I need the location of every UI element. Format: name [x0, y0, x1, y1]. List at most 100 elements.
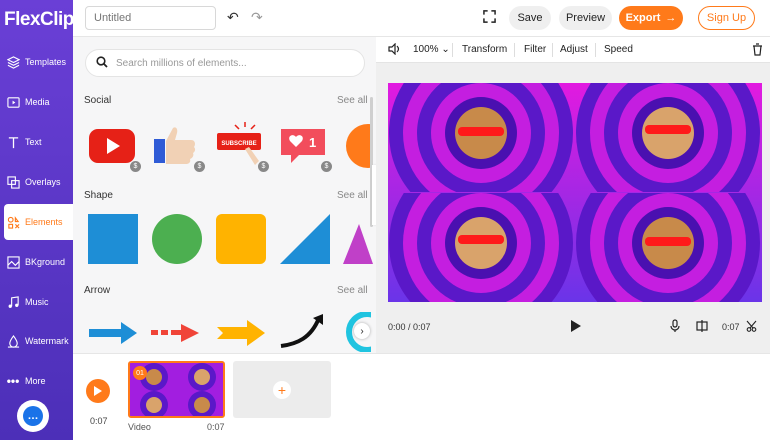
chat-icon: …: [23, 406, 43, 426]
sign-up-button[interactable]: Sign Up: [698, 6, 755, 30]
clip-duration: 0:07: [207, 422, 225, 432]
preview-button[interactable]: Preview: [559, 6, 612, 30]
playback-controls: 0:00 / 0:07 0:07: [376, 317, 770, 337]
play-icon[interactable]: [570, 319, 582, 335]
triangle-shape-element[interactable]: [280, 214, 330, 264]
sidebar-item-label: Overlays: [25, 177, 61, 187]
sidebar-item-elements[interactable]: Elements: [4, 204, 73, 240]
adjust-button[interactable]: Adjust: [560, 44, 588, 55]
sidebar-item-templates[interactable]: Templates: [0, 44, 73, 80]
sidebar-item-label: Text: [25, 137, 42, 147]
sidebar-item-media[interactable]: Media: [0, 84, 73, 120]
text-icon: [6, 135, 20, 149]
timeline-duration: 0:07: [90, 416, 108, 426]
sidebar-item-label: Watermark: [25, 336, 69, 346]
export-label: Export: [625, 12, 661, 24]
scroll-right-icon[interactable]: ›: [354, 323, 370, 339]
divider: [552, 43, 553, 57]
chevron-down-icon: ⌄: [438, 44, 450, 55]
square-shape-element[interactable]: [88, 214, 138, 264]
watermark-icon: [6, 334, 20, 348]
sidebar: FlexClip Templates Media Text Overlays E…: [0, 0, 74, 440]
sidebar-item-overlays[interactable]: Overlays: [0, 164, 73, 200]
sidebar-item-label: Music: [25, 297, 49, 307]
export-button[interactable]: Export →: [619, 6, 683, 30]
volume-icon[interactable]: [388, 42, 400, 58]
subscribe-text: SUBSCRIBE: [221, 141, 256, 147]
sidebar-item-watermark[interactable]: Watermark: [0, 323, 73, 359]
section-title-arrow: Arrow: [84, 285, 111, 296]
search-icon: [96, 55, 108, 71]
circle-shape-element[interactable]: [152, 214, 202, 264]
media-icon: [6, 95, 20, 109]
divider: [514, 43, 515, 57]
sidebar-item-bkground[interactable]: BKground: [0, 244, 73, 280]
plus-icon: +: [273, 380, 291, 399]
total-time: 0:07: [722, 322, 740, 332]
see-all-social-link[interactable]: See all: [337, 95, 368, 106]
section-title-shape: Shape: [84, 190, 113, 201]
more-icon: •••: [6, 374, 20, 388]
divider: [595, 43, 596, 57]
elements-icon: [6, 215, 20, 229]
sidebar-item-text[interactable]: Text: [0, 124, 73, 160]
divider: [452, 43, 453, 57]
flexclip-logo[interactable]: FlexClip: [4, 9, 74, 31]
add-clip-button[interactable]: +: [233, 361, 331, 418]
save-button[interactable]: Save: [509, 6, 551, 30]
clip-number-badge: 01: [133, 366, 147, 380]
arrow-right-icon: →: [665, 12, 677, 24]
preview-toolbar: 100% ⌄ Transform Filter Adjust Speed: [376, 37, 770, 63]
microphone-icon[interactable]: [670, 319, 680, 335]
sidebar-item-label: Templates: [25, 57, 67, 67]
play-icon: [94, 386, 102, 396]
partial-social-element[interactable]: [343, 121, 373, 171]
overlays-icon: [6, 175, 20, 189]
partial-shape-element[interactable]: [343, 214, 373, 264]
premium-badge-icon: $: [321, 161, 332, 172]
see-all-shape-link[interactable]: See all: [337, 190, 368, 201]
elements-panel: Search millions of elements... Social Se…: [73, 37, 376, 353]
curved-arrow-element[interactable]: [279, 312, 331, 353]
fullscreen-icon[interactable]: [483, 10, 497, 24]
sidebar-item-label: Elements: [25, 217, 63, 227]
rounded-square-shape-element[interactable]: [216, 214, 266, 264]
project-title-input[interactable]: [85, 6, 216, 30]
like-count: 1: [309, 135, 317, 150]
element-search[interactable]: Search millions of elements...: [85, 49, 365, 77]
scissors-icon[interactable]: [746, 320, 757, 334]
video-clip[interactable]: 01: [128, 361, 225, 418]
see-all-arrow-link[interactable]: See all: [337, 285, 368, 296]
preview-area: 100% ⌄ Transform Filter Adjust Speed 0:0…: [376, 37, 770, 353]
filter-button[interactable]: Filter: [524, 44, 546, 55]
redo-icon[interactable]: ↷: [251, 9, 263, 26]
timeline: 0:07 01 Video 0:07 +: [73, 353, 770, 440]
yellow-arrow-element[interactable]: [215, 312, 267, 353]
zoom-value: 100%: [413, 44, 439, 55]
current-time: 0:00 / 0:07: [388, 322, 431, 332]
section-title-social: Social: [84, 95, 112, 106]
timeline-play-button[interactable]: [86, 379, 110, 403]
clip-label: Video: [128, 422, 151, 432]
premium-badge-icon: $: [130, 161, 141, 172]
sidebar-item-more[interactable]: ••• More: [0, 363, 73, 399]
music-icon: [6, 295, 20, 309]
zoom-select[interactable]: 100% ⌄: [413, 44, 450, 55]
search-input[interactable]: Search millions of elements...: [116, 58, 247, 69]
trash-icon[interactable]: [752, 43, 763, 59]
speed-button[interactable]: Speed: [604, 44, 633, 55]
background-icon: [6, 255, 20, 269]
undo-icon[interactable]: ↶: [227, 9, 239, 26]
blue-arrow-element[interactable]: [87, 312, 139, 353]
premium-badge-icon: $: [194, 161, 205, 172]
premium-badge-icon: $: [258, 161, 269, 172]
layers-icon: [6, 55, 20, 69]
dashed-arrow-element[interactable]: [151, 312, 203, 353]
transform-button[interactable]: Transform: [462, 44, 507, 55]
sidebar-item-music[interactable]: Music: [0, 284, 73, 320]
sidebar-item-label: More: [25, 376, 46, 386]
video-canvas[interactable]: [388, 83, 762, 302]
split-icon[interactable]: [696, 319, 708, 334]
chat-support-button[interactable]: …: [17, 400, 49, 432]
sidebar-item-label: Media: [25, 97, 50, 107]
